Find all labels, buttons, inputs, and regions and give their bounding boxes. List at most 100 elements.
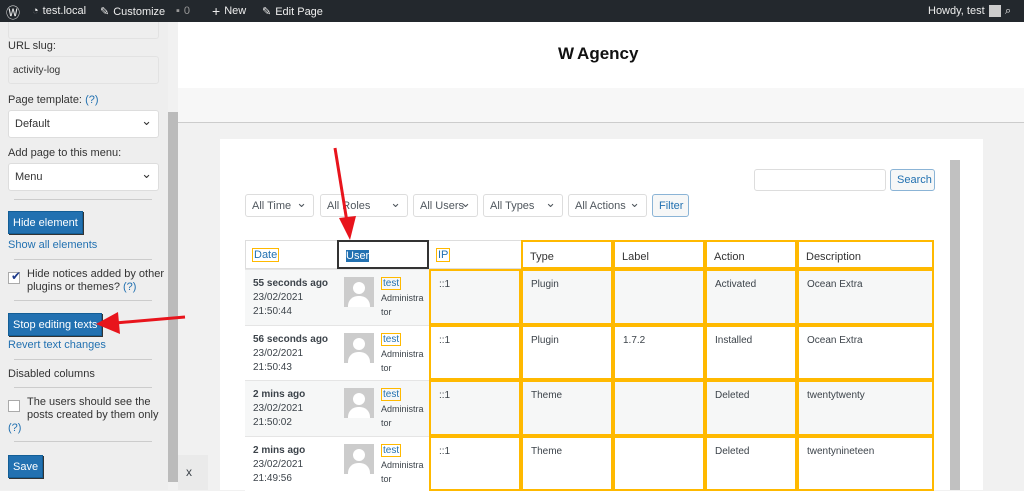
show-all-elements-link[interactable]: Show all elements: [8, 239, 97, 251]
filter-button[interactable]: Filter: [652, 194, 689, 217]
actions-filter-select[interactable]: All Actions: [568, 194, 647, 217]
close-sidebar-button[interactable]: x: [178, 455, 208, 490]
column-header-text: Label: [622, 251, 649, 263]
types-filter-select[interactable]: All Types: [483, 194, 563, 217]
table-scrollbar[interactable]: [950, 160, 960, 490]
divider: [14, 199, 152, 200]
column-header-ip[interactable]: IP: [429, 240, 521, 269]
new-link[interactable]: + New: [212, 4, 246, 18]
menu-select[interactable]: Menu: [8, 163, 159, 191]
user-role-cont: tor: [381, 418, 392, 428]
brush-icon: ✎: [100, 6, 110, 18]
page-template-label: Page template: (?): [8, 94, 99, 106]
user-role-cont: tor: [381, 363, 392, 373]
roles-filter-select[interactable]: All Roles: [320, 194, 408, 217]
ip-cell-text: ::1: [439, 446, 451, 457]
column-header-label[interactable]: Label: [613, 240, 705, 269]
customize-link[interactable]: ✎ Customize: [100, 5, 166, 19]
hide-element-button[interactable]: Hide element: [8, 211, 83, 234]
ip-cell: ::1: [429, 436, 521, 491]
divider: [14, 259, 152, 260]
users-filter-select[interactable]: All Users: [413, 194, 478, 217]
relative-time: 2 mins ago: [253, 445, 306, 456]
user-link[interactable]: test: [381, 388, 402, 401]
user-cell: test Administra tor: [337, 436, 429, 491]
wordpress-logo-icon[interactable]: Ⓦ: [6, 3, 20, 23]
action-cell-text: Activated: [715, 279, 757, 290]
column-header-text: Description: [806, 251, 862, 263]
divider: [14, 387, 152, 388]
column-header-description[interactable]: Description: [797, 240, 934, 269]
own-posts-checkbox[interactable]: [8, 400, 20, 412]
type-cell: Theme: [521, 380, 613, 436]
hide-notices-checkbox[interactable]: ✔: [8, 269, 21, 284]
date: 23/02/2021: [253, 292, 304, 303]
label-cell: [613, 436, 705, 491]
ip-cell-text: ::1: [439, 390, 451, 401]
type-cell: Plugin: [521, 269, 613, 325]
relative-time: 55 seconds ago: [253, 278, 329, 289]
search-input[interactable]: [754, 169, 886, 191]
action-cell-text: Installed: [715, 335, 753, 346]
date: 23/02/2021: [253, 348, 304, 359]
disabled-columns-label: Disabled columns: [8, 368, 95, 380]
time-filter-select[interactable]: All Time: [245, 194, 314, 217]
description-cell: Ocean Extra: [797, 325, 934, 380]
type-cell-text: Theme: [531, 390, 563, 401]
comments-link[interactable]: ▪ 0: [176, 5, 190, 17]
revert-text-changes-link[interactable]: Revert text changes: [8, 339, 106, 351]
hide-notices-label: Hide notices added by other plugins or th…: [27, 268, 164, 294]
previous-field[interactable]: [8, 22, 159, 39]
divider: [14, 359, 152, 360]
type-cell: Theme: [521, 436, 613, 491]
relative-time: 56 seconds ago: [253, 334, 329, 345]
label-cell: [613, 380, 705, 436]
search-button[interactable]: Search: [890, 169, 935, 191]
logo-mark: W: [558, 44, 575, 63]
url-slug-label: URL slug:: [8, 40, 56, 52]
help-link[interactable]: (?): [8, 422, 21, 434]
divider: [14, 441, 152, 442]
own-posts-line2: posts created by them only: [27, 409, 159, 421]
column-header-text: Date: [252, 248, 280, 262]
url-slug-input[interactable]: activity-log: [8, 56, 159, 84]
customize-label: Customize: [113, 5, 166, 18]
edit-label: Edit Page: [275, 5, 323, 18]
page-template-select[interactable]: Default: [8, 110, 159, 138]
own-posts-line1: The users should see the: [27, 396, 151, 408]
user-link[interactable]: test: [381, 333, 402, 346]
save-button[interactable]: Save: [8, 455, 44, 478]
column-header-text: Type: [530, 251, 554, 263]
user-link[interactable]: test: [381, 444, 402, 457]
stop-editing-texts-button[interactable]: Stop editing texts: [8, 313, 103, 336]
account-menu[interactable]: Howdy, test: [928, 5, 1001, 17]
hide-notices-line1: Hide notices added by other: [27, 268, 164, 280]
site-header: W Agency: [178, 22, 1024, 88]
action-cell: Deleted: [705, 436, 797, 491]
column-header-type[interactable]: Type: [521, 240, 613, 269]
help-link[interactable]: (?): [123, 281, 136, 293]
column-header-user[interactable]: User: [337, 240, 429, 269]
user-cell: test Administra tor: [337, 325, 429, 380]
column-header-action[interactable]: Action: [705, 240, 797, 269]
sidebar-scrollbar[interactable]: [168, 112, 178, 482]
edit-page-link[interactable]: ✎ Edit Page: [262, 5, 323, 19]
site-logo[interactable]: W Agency: [558, 44, 638, 64]
user-role: Administra: [381, 404, 424, 414]
site-name: test.local: [42, 5, 87, 17]
action-cell: Activated: [705, 269, 797, 325]
description-cell-text: twentynineteen: [807, 446, 875, 457]
description-cell: Ocean Extra: [797, 269, 934, 325]
label-cell: [613, 269, 705, 325]
time: 21:50:43: [253, 362, 292, 373]
user-link[interactable]: test: [381, 277, 402, 290]
action-cell: Installed: [705, 325, 797, 380]
site-link[interactable]: ◔ test.local: [32, 5, 86, 17]
column-header-date[interactable]: Date: [245, 240, 337, 269]
ip-cell: ::1: [429, 269, 521, 325]
description-cell: twentytwenty: [797, 380, 934, 436]
search-icon[interactable]: ⌕: [1005, 5, 1011, 18]
action-cell-text: Deleted: [715, 446, 750, 457]
help-link[interactable]: (?): [85, 94, 98, 106]
date-cell: 56 seconds ago 23/02/2021 21:50:43: [245, 325, 337, 380]
